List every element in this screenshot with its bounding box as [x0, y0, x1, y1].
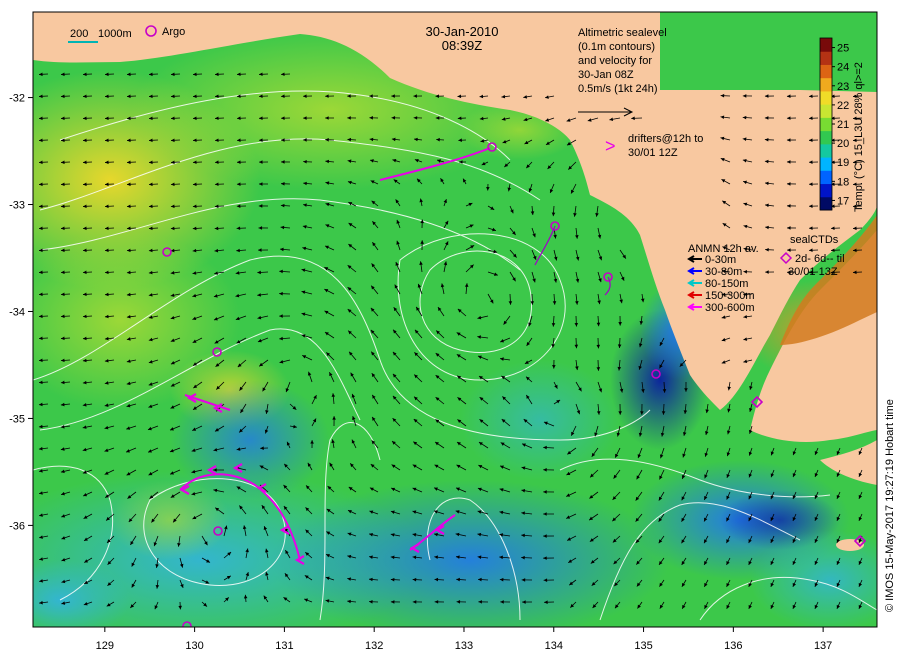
x-tick-label: 132 [365, 640, 383, 652]
y-tick-label: -32 [9, 93, 25, 105]
y-tick-label: -33 [9, 200, 25, 212]
anmn-item-label: 300-600m [705, 302, 755, 314]
colorbar-segment [820, 51, 832, 65]
sealctd-line-2: 30/01 13Z [788, 266, 838, 278]
argo-label: Argo [162, 26, 185, 38]
y-tick-label: -36 [9, 520, 25, 532]
colorbar-segment [820, 104, 832, 118]
colorbar-tick-label: 17 [837, 195, 849, 207]
drifters-line-2: 30/01 12Z [628, 147, 678, 159]
colorbar-title: Temp. (°C) 15_L3U 28% ql>=2 [853, 62, 865, 212]
x-tick-label: 133 [455, 640, 473, 652]
colorbar-tick-label: 21 [837, 119, 849, 131]
y-tick-label: -34 [9, 306, 25, 318]
colorbar-tick-label: 24 [837, 62, 849, 74]
anmn-item-label: 80-150m [705, 278, 748, 290]
x-tick-label: 130 [185, 640, 203, 652]
x-tick-label: 137 [814, 640, 832, 652]
x-tick-label: 135 [634, 640, 652, 652]
colorbar-segment [820, 117, 832, 132]
sealctd-title: sealCTDs [790, 234, 839, 246]
x-tick-label: 131 [275, 640, 293, 652]
credit-text: © IMOS 15-May-2017 19:27:19 Hobart time [884, 399, 896, 612]
colorbar-segment [820, 130, 832, 145]
altimetry-line-2: (0.1m contours) [578, 41, 655, 53]
colorbar-segment [820, 157, 832, 171]
anmn-item-label: 150-300m [705, 290, 755, 302]
sst-map: 129 130 131 132 133 134 135 136 137 -32 -33 -34 -35… [9, 11, 896, 652]
x-tick-label: 129 [96, 640, 114, 652]
colorbar-segment [820, 77, 832, 92]
colorbar-segment [820, 38, 832, 52]
scale-1000-label: 1000m [98, 28, 132, 40]
sst-field [33, 12, 877, 627]
colorbar-segment [820, 90, 832, 105]
x-tick-label: 134 [545, 640, 563, 652]
colorbar-segment [820, 170, 832, 185]
altimetry-line-5: 0.5m/s (1kt 24h) [578, 83, 657, 95]
colorbar-tick-label: 18 [837, 176, 849, 188]
colorbar-tick-label: 23 [837, 81, 849, 93]
altimetry-line-1: Altimetric sealevel [578, 27, 667, 39]
drifter-symbol-icon: > [605, 136, 616, 156]
colorbar-segment [820, 143, 832, 158]
anmn-item-label: 0-30m [705, 254, 736, 266]
colorbar-tick-label: 25 [837, 43, 849, 55]
y-tick-label: -35 [9, 413, 25, 425]
x-tick-label: 136 [724, 640, 742, 652]
x-axis: 129 130 131 132 133 134 135 136 137 [96, 627, 832, 652]
drifters-line-1: drifters@12h to [628, 133, 703, 145]
anmn-item-label: 30-80m [705, 266, 742, 278]
map-time: 08:39Z [442, 38, 483, 53]
colorbar-tick-label: 19 [837, 157, 849, 169]
colorbar-segment [820, 196, 832, 211]
colorbar-tick-label: 22 [837, 100, 849, 112]
colorbar-tick-label: 20 [837, 138, 849, 150]
depth-scale-legend: 200 1000m [68, 28, 132, 43]
map-date: 30-Jan-2010 [426, 24, 499, 39]
colorbar-segment [820, 64, 832, 79]
y-axis: -32 -33 -34 -35 -36 [9, 93, 33, 532]
altimetry-line-4: 30-Jan 08Z [578, 69, 634, 81]
colorbar-segment [820, 183, 832, 198]
scale-200-label: 200 [70, 28, 88, 40]
sealctd-line-1: 2d- 6d-- til [795, 253, 845, 265]
altimetry-line-3: and velocity for [578, 55, 652, 67]
